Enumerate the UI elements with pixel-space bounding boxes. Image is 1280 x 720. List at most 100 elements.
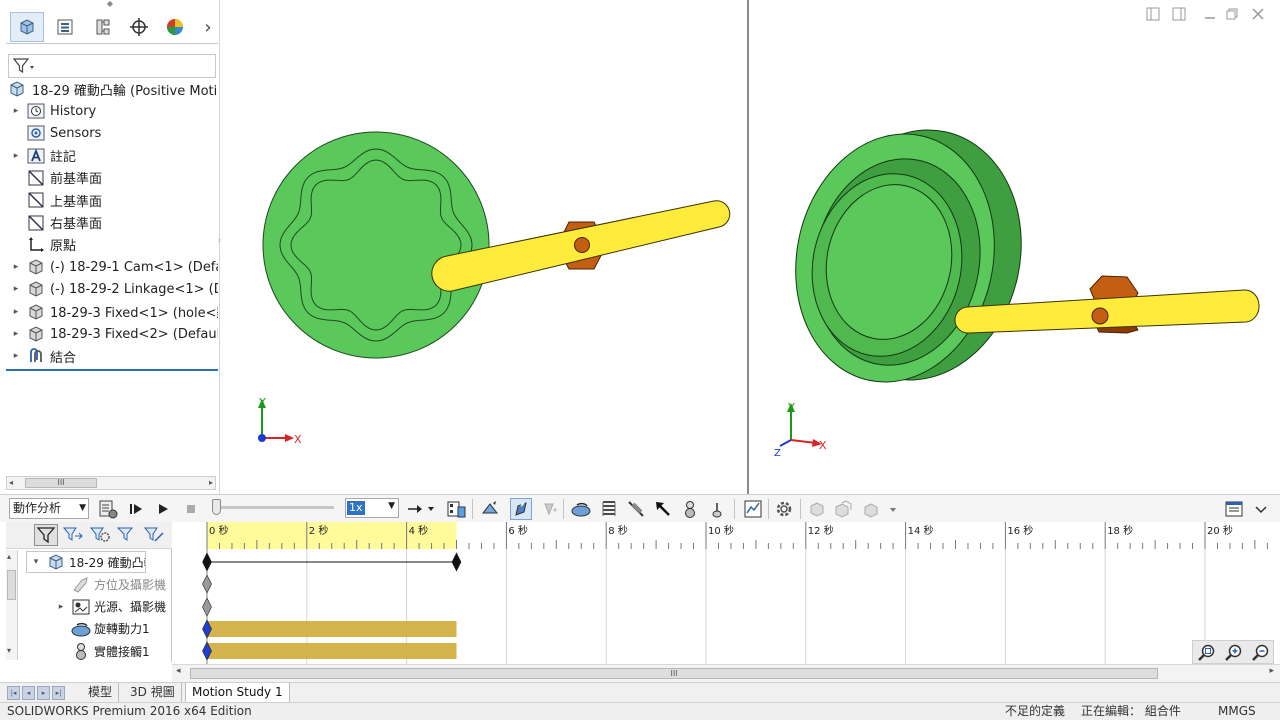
contact-button[interactable] xyxy=(679,498,701,520)
status-units[interactable]: MMGS xyxy=(1218,703,1256,720)
simulation-dropdown-button[interactable] xyxy=(860,498,900,520)
expand-arrow-icon[interactable]: ▸ xyxy=(6,262,26,272)
scroll-down-arrow[interactable]: ▾ xyxy=(7,646,11,655)
expand-arrow-icon[interactable]: ▸ xyxy=(6,351,26,361)
filter-driving-button[interactable] xyxy=(61,524,85,546)
tab-prev-button[interactable]: ◂ xyxy=(22,686,35,700)
scroll-right-arrow[interactable]: ▸ xyxy=(1269,666,1274,676)
tab-motion-study-1[interactable]: Motion Study 1 xyxy=(185,683,290,703)
tree-item[interactable]: 右基準面 xyxy=(6,212,218,234)
scroll-up-arrow[interactable]: ▴ xyxy=(7,552,11,561)
expand-arrow-icon[interactable]: ▸ xyxy=(6,151,26,161)
filter-animated-button[interactable] xyxy=(34,524,58,546)
play-from-start-icon xyxy=(130,504,142,514)
configuration-manager-tab[interactable] xyxy=(86,12,120,42)
tree-item[interactable]: ▸ 結合 xyxy=(6,345,218,367)
expand-arrow-icon[interactable]: ▾ xyxy=(27,557,45,567)
playback-mode-button[interactable] xyxy=(404,498,436,520)
motor-button[interactable] xyxy=(570,498,592,520)
tree-scroll-thumb[interactable]: III xyxy=(25,478,97,488)
display-manager-tab[interactable] xyxy=(158,12,192,42)
tree-horizontal-scrollbar[interactable]: ◂ III ▸ xyxy=(6,476,216,490)
tree-item[interactable]: ▸ History xyxy=(6,100,218,122)
tabs-scroll-right[interactable]: › xyxy=(198,12,218,42)
tab-model[interactable]: 模型 xyxy=(82,683,120,703)
collapse-panel-button[interactable] xyxy=(1250,498,1272,520)
timeline-canvas[interactable]: 0 秒 2 秒 4 秒 6 秒 8 秒 10 秒 12 秒 14 秒 16 秒 18 秒 20 秒 xyxy=(172,522,1280,664)
save-animation-button[interactable] xyxy=(445,498,467,520)
tree-item[interactable]: 原點 xyxy=(6,234,218,256)
slider-knob[interactable] xyxy=(212,499,221,515)
force-button[interactable] xyxy=(652,498,674,520)
expand-arrow-icon[interactable]: ▸ xyxy=(6,307,26,317)
dimxpert-tab[interactable] xyxy=(122,12,156,42)
motion-manager-toolbar: 動作分析 ▼ 1x ▼ xyxy=(0,494,1280,522)
motion-tree-item[interactable]: ▾ 18-29 確動凸輪 xyxy=(26,551,146,573)
cam-mechanism-front-view: Y X xyxy=(258,131,731,446)
scroll-left-arrow[interactable]: ◂ xyxy=(9,477,13,489)
play-button[interactable] xyxy=(152,498,174,520)
motion-tree-vertical-scrollbar[interactable]: ▴ ▾ xyxy=(6,550,18,660)
spring-button[interactable] xyxy=(598,498,620,520)
filter-plots-button[interactable] xyxy=(142,524,166,546)
simulation-copy-button[interactable] xyxy=(832,498,854,520)
expand-arrow-icon[interactable]: ▸ xyxy=(6,284,26,294)
scroll-left-arrow[interactable]: ◂ xyxy=(176,666,181,676)
tree-root-item[interactable]: 18-29 確動凸輪 (Positive Motion xyxy=(6,78,218,100)
tree-item[interactable]: 上基準面 xyxy=(6,189,218,211)
play-from-start-button[interactable] xyxy=(125,498,147,520)
tree-item[interactable]: ▸ (-) 18-29-1 Cam<1> (Defau xyxy=(6,256,218,278)
scroll-right-arrow[interactable]: ▸ xyxy=(209,477,213,489)
playback-slider[interactable] xyxy=(212,499,334,515)
study-type-dropdown[interactable]: 動作分析 ▼ xyxy=(9,498,89,519)
stop-button[interactable] xyxy=(180,498,202,520)
autokey-button[interactable] xyxy=(510,498,532,520)
expand-arrow-icon[interactable]: ▸ xyxy=(6,329,26,339)
expand-arrow-icon[interactable]: ▸ xyxy=(52,602,70,612)
damper-button[interactable] xyxy=(625,498,647,520)
zoom-to-fit-button[interactable] xyxy=(1196,642,1218,664)
filter-results-button[interactable] xyxy=(115,524,139,546)
tab-3d-views[interactable]: 3D 視圖 xyxy=(124,683,182,703)
study-properties-button[interactable] xyxy=(773,498,795,520)
feature-manager-tab[interactable] xyxy=(10,12,44,42)
tree-filter-bar[interactable] xyxy=(8,54,216,78)
timeline-horizontal-scrollbar[interactable]: ◂ III ▸ xyxy=(172,664,1280,682)
annotations-icon xyxy=(26,147,46,165)
graphics-viewport-left[interactable]: Y X xyxy=(221,0,747,494)
timeline-scroll-thumb[interactable]: III xyxy=(190,668,1158,679)
tree-item-label: History xyxy=(50,103,97,119)
expand-arrow-icon[interactable]: ▸ xyxy=(6,106,26,116)
filter-selected-button[interactable] xyxy=(88,524,112,546)
panel-grip[interactable]: ◆ xyxy=(0,0,220,10)
motion-tree-scroll-thumb[interactable] xyxy=(7,570,16,600)
tree-item[interactable]: 前基準面 xyxy=(6,167,218,189)
simulation-setup-button[interactable] xyxy=(806,498,828,520)
axis-y-label: Y xyxy=(787,401,795,414)
contact-icon xyxy=(70,642,92,661)
tree-item[interactable]: ▸ 18-29-3 Fixed<2> (Default< xyxy=(6,323,218,345)
tab-last-button[interactable]: ▸| xyxy=(52,686,65,700)
results-plots-button[interactable] xyxy=(742,498,764,520)
configuration-icon xyxy=(96,19,110,35)
tree-item-label: 右基準面 xyxy=(50,217,103,232)
add-key-button[interactable] xyxy=(538,498,560,520)
feature-manager-tabs: › xyxy=(6,10,218,44)
tree-item[interactable]: ▸ 18-29-3 Fixed<1> (hole<顯 xyxy=(6,301,218,323)
gravity-button[interactable] xyxy=(706,498,728,520)
property-manager-tab[interactable] xyxy=(48,12,82,42)
tree-item[interactable]: ▸ (-) 18-29-2 Linkage<1> (De xyxy=(6,278,218,300)
playback-speed-dropdown[interactable]: 1x ▼ xyxy=(345,498,399,518)
tree-item[interactable]: ▸ 註記 xyxy=(6,145,218,167)
animation-wizard-button[interactable] xyxy=(479,498,501,520)
graphics-viewport-right[interactable]: Y X Z xyxy=(749,0,1280,494)
tab-next-button[interactable]: ▸ xyxy=(37,686,50,700)
motion-timeline[interactable]: 0 秒 2 秒 4 秒 6 秒 8 秒 10 秒 12 秒 14 秒 16 秒 18 秒 20 秒 xyxy=(172,522,1280,664)
zoom-out-button[interactable] xyxy=(1250,642,1272,664)
tab-first-button[interactable]: |◂ xyxy=(7,686,20,700)
zoom-in-button[interactable] xyxy=(1223,642,1245,664)
motion-panel-menu-button[interactable] xyxy=(1222,498,1246,520)
tree-item[interactable]: Sensors xyxy=(6,122,218,144)
contact-timeline-bar xyxy=(207,643,457,659)
calculate-button[interactable] xyxy=(97,498,119,520)
